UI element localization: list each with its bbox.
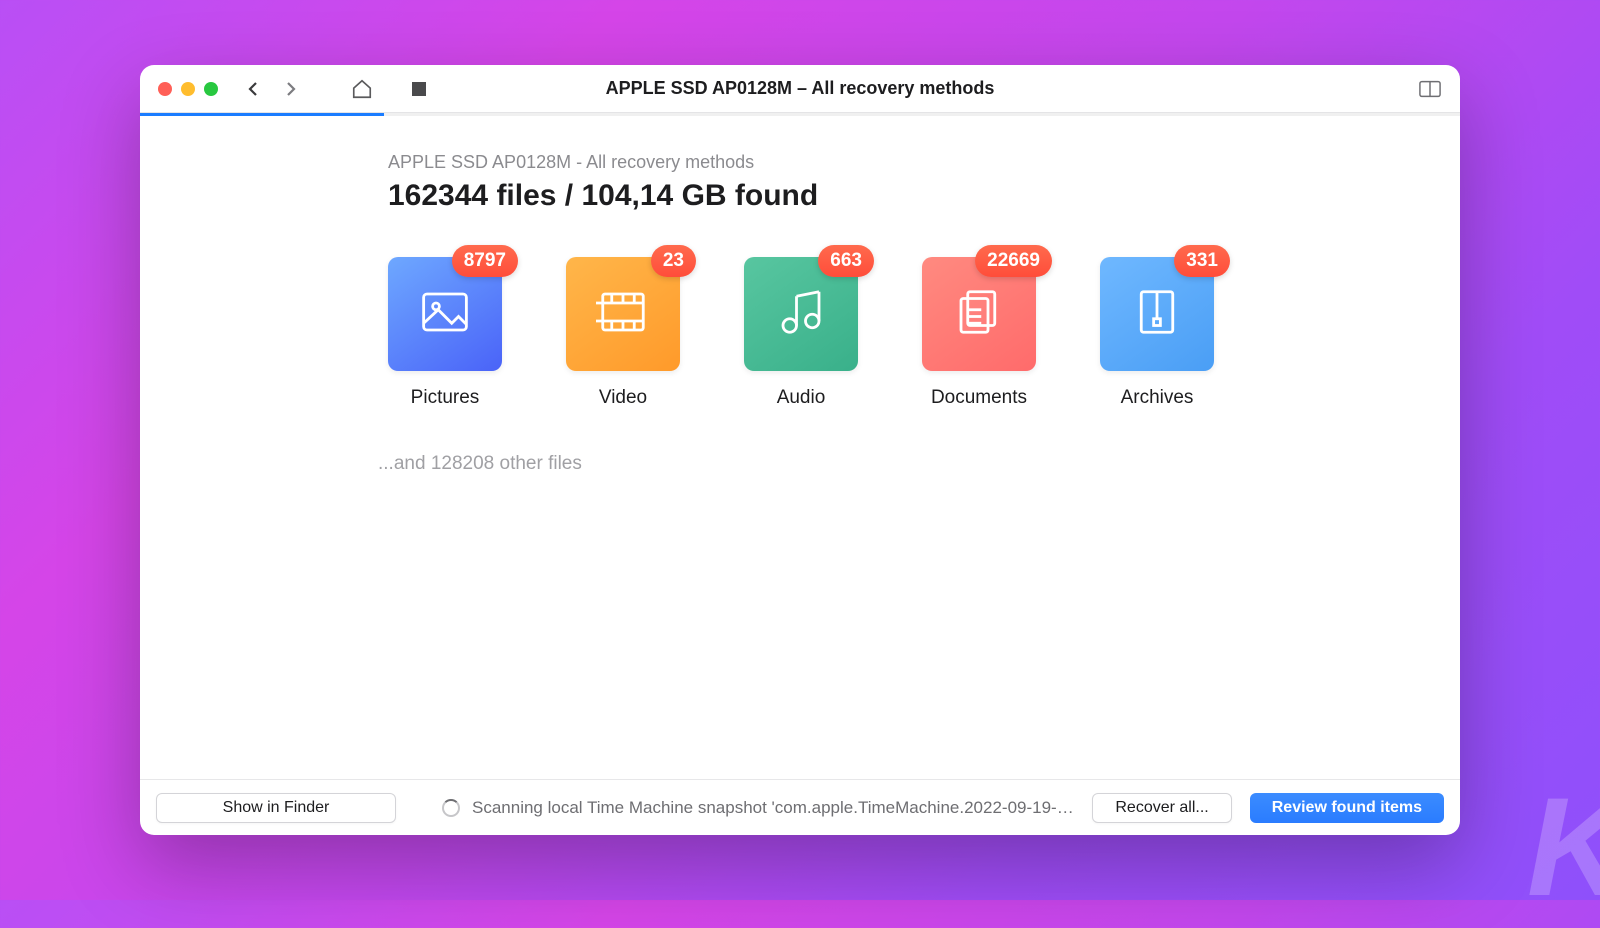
category-tiles: 8797 Pictures 23 Video 663 [388,257,1422,409]
other-files-text: ...and 128208 other files [378,453,1422,475]
footer: Show in Finder Scanning local Time Machi… [140,779,1460,835]
tile-audio[interactable]: 663 Audio [744,257,858,409]
pictures-icon [418,285,472,344]
documents-icon [952,285,1006,344]
tile-audio-box: 663 [744,257,858,371]
scan-status: Scanning local Time Machine snapshot 'co… [442,798,1074,818]
back-button[interactable] [242,77,266,101]
tile-audio-label: Audio [777,387,826,409]
tile-pictures-badge: 8797 [452,245,518,277]
tile-video-box: 23 [566,257,680,371]
tile-pictures[interactable]: 8797 Pictures [388,257,502,409]
spinner-icon [442,799,460,817]
tile-video[interactable]: 23 Video [566,257,680,409]
tile-audio-badge: 663 [818,245,874,277]
scan-progress-bar [140,113,1460,116]
close-window-button[interactable] [158,82,172,96]
home-button[interactable] [350,77,374,101]
traffic-lights [158,82,218,96]
show-in-finder-button[interactable]: Show in Finder [156,793,396,823]
recover-all-button[interactable]: Recover all... [1092,793,1231,823]
tile-pictures-box: 8797 [388,257,502,371]
watermark: K [1527,766,1600,928]
titlebar: APPLE SSD AP0128M – All recovery methods [140,65,1460,113]
main-content: APPLE SSD AP0128M - All recovery methods… [140,116,1460,779]
archives-icon [1130,285,1184,344]
stop-scan-button[interactable] [412,82,426,96]
tile-archives-label: Archives [1121,387,1194,409]
scan-status-text: Scanning local Time Machine snapshot 'co… [472,798,1074,818]
minimize-window-button[interactable] [181,82,195,96]
tile-archives[interactable]: 331 Archives [1100,257,1214,409]
forward-button[interactable] [278,77,302,101]
nav-buttons [242,77,302,101]
results-headline: 162344 files / 104,14 GB found [388,179,1422,213]
window-title: APPLE SSD AP0128M – All recovery methods [606,78,995,99]
tile-video-badge: 23 [651,245,696,277]
tile-pictures-label: Pictures [411,387,480,409]
tile-video-label: Video [599,387,647,409]
tile-documents-badge: 22669 [975,245,1052,277]
maximize-window-button[interactable] [204,82,218,96]
app-window: APPLE SSD AP0128M – All recovery methods… [140,65,1460,835]
video-icon [596,285,650,344]
tile-documents-label: Documents [931,387,1027,409]
tile-archives-badge: 331 [1174,245,1230,277]
panels-toggle-button[interactable] [1418,77,1442,101]
tile-archives-box: 331 [1100,257,1214,371]
audio-icon [774,285,828,344]
review-found-items-button[interactable]: Review found items [1250,793,1444,823]
tile-documents-box: 22669 [922,257,1036,371]
tile-documents[interactable]: 22669 Documents [922,257,1036,409]
breadcrumb: APPLE SSD AP0128M - All recovery methods [388,152,1422,173]
